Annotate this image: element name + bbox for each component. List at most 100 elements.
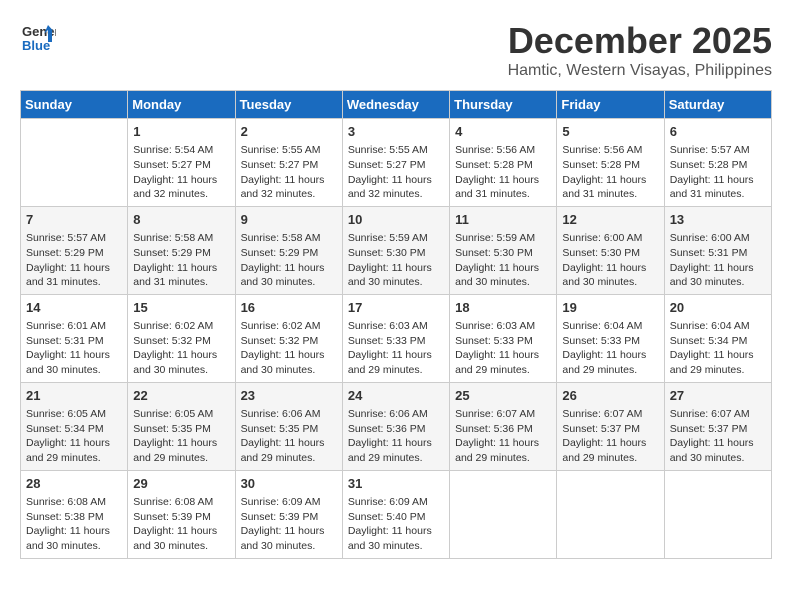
calendar-cell: 3Sunrise: 5:55 AMSunset: 5:27 PMDaylight… [342, 119, 449, 207]
daylight-text: Daylight: 11 hours and 32 minutes. [348, 173, 444, 202]
sunset-text: Sunset: 5:30 PM [455, 246, 551, 261]
sunrise-text: Sunrise: 6:09 AM [241, 495, 337, 510]
daylight-text: Daylight: 11 hours and 31 minutes. [26, 261, 122, 290]
daylight-text: Daylight: 11 hours and 29 minutes. [241, 436, 337, 465]
sunset-text: Sunset: 5:32 PM [241, 334, 337, 349]
calendar-cell: 18Sunrise: 6:03 AMSunset: 5:33 PMDayligh… [450, 294, 557, 382]
day-number: 20 [670, 299, 766, 317]
sunset-text: Sunset: 5:35 PM [133, 422, 229, 437]
calendar-cell: 17Sunrise: 6:03 AMSunset: 5:33 PMDayligh… [342, 294, 449, 382]
day-number: 30 [241, 475, 337, 493]
sunrise-text: Sunrise: 6:09 AM [348, 495, 444, 510]
weekday-header-saturday: Saturday [664, 91, 771, 119]
sunrise-text: Sunrise: 6:04 AM [562, 319, 658, 334]
sunrise-text: Sunrise: 6:08 AM [133, 495, 229, 510]
sunset-text: Sunset: 5:36 PM [455, 422, 551, 437]
sunrise-text: Sunrise: 5:55 AM [241, 143, 337, 158]
daylight-text: Daylight: 11 hours and 32 minutes. [133, 173, 229, 202]
calendar-cell: 21Sunrise: 6:05 AMSunset: 5:34 PMDayligh… [21, 382, 128, 470]
daylight-text: Daylight: 11 hours and 30 minutes. [133, 524, 229, 553]
day-number: 19 [562, 299, 658, 317]
day-number: 31 [348, 475, 444, 493]
svg-text:Blue: Blue [22, 38, 50, 53]
calendar-cell: 5Sunrise: 5:56 AMSunset: 5:28 PMDaylight… [557, 119, 664, 207]
daylight-text: Daylight: 11 hours and 30 minutes. [26, 348, 122, 377]
weekday-header-tuesday: Tuesday [235, 91, 342, 119]
day-number: 24 [348, 387, 444, 405]
daylight-text: Daylight: 11 hours and 29 minutes. [455, 436, 551, 465]
sunrise-text: Sunrise: 5:54 AM [133, 143, 229, 158]
calendar-cell: 31Sunrise: 6:09 AMSunset: 5:40 PMDayligh… [342, 470, 449, 558]
sunrise-text: Sunrise: 6:07 AM [562, 407, 658, 422]
calendar-cell: 27Sunrise: 6:07 AMSunset: 5:37 PMDayligh… [664, 382, 771, 470]
sunrise-text: Sunrise: 5:59 AM [455, 231, 551, 246]
calendar-cell: 25Sunrise: 6:07 AMSunset: 5:36 PMDayligh… [450, 382, 557, 470]
sunset-text: Sunset: 5:27 PM [241, 158, 337, 173]
calendar-cell: 6 Sunrise: 5:57 AMSunset: 5:28 PMDaylight… [664, 119, 771, 207]
day-number: 10 [348, 211, 444, 229]
calendar-cell: 2Sunrise: 5:55 AMSunset: 5:27 PMDaylight… [235, 119, 342, 207]
sunrise-text: Sunrise: 6:07 AM [455, 407, 551, 422]
day-number: 12 [562, 211, 658, 229]
calendar-cell [450, 470, 557, 558]
sunset-text: Sunset: 5:33 PM [348, 334, 444, 349]
weekday-header-sunday: Sunday [21, 91, 128, 119]
daylight-text: Daylight: 11 hours and 30 minutes. [348, 261, 444, 290]
sunrise-text: Sunrise: 5:55 AM [348, 143, 444, 158]
weekday-header-wednesday: Wednesday [342, 91, 449, 119]
sunrise-text: Sunrise: 6:06 AM [241, 407, 337, 422]
weekday-header-row: SundayMondayTuesdayWednesdayThursdayFrid… [21, 91, 772, 119]
day-number: 3 [348, 123, 444, 141]
sunset-text: Sunset: 5:29 PM [241, 246, 337, 261]
day-number: 21 [26, 387, 122, 405]
sunrise-text: Sunrise: 5:57 AM [670, 143, 766, 158]
calendar-cell: 10Sunrise: 5:59 AMSunset: 5:30 PMDayligh… [342, 206, 449, 294]
calendar-table: SundayMondayTuesdayWednesdayThursdayFrid… [20, 90, 772, 559]
day-number: 23 [241, 387, 337, 405]
sunset-text: Sunset: 5:38 PM [26, 510, 122, 525]
sunset-text: Sunset: 5:37 PM [670, 422, 766, 437]
day-number: 29 [133, 475, 229, 493]
day-number: 6 [670, 123, 766, 141]
sunset-text: Sunset: 5:39 PM [241, 510, 337, 525]
sunrise-text: Sunrise: 5:59 AM [348, 231, 444, 246]
calendar-cell: 11Sunrise: 5:59 AMSunset: 5:30 PMDayligh… [450, 206, 557, 294]
sunrise-text: Sunrise: 5:57 AM [26, 231, 122, 246]
day-number: 18 [455, 299, 551, 317]
calendar-cell: 20Sunrise: 6:04 AMSunset: 5:34 PMDayligh… [664, 294, 771, 382]
sunrise-text: Sunrise: 5:58 AM [241, 231, 337, 246]
calendar-cell: 29Sunrise: 6:08 AMSunset: 5:39 PMDayligh… [128, 470, 235, 558]
calendar-cell [664, 470, 771, 558]
daylight-text: Daylight: 11 hours and 30 minutes. [670, 436, 766, 465]
calendar-week-row: 21Sunrise: 6:05 AMSunset: 5:34 PMDayligh… [21, 382, 772, 470]
sunset-text: Sunset: 5:28 PM [670, 158, 766, 173]
calendar-cell: 22Sunrise: 6:05 AMSunset: 5:35 PMDayligh… [128, 382, 235, 470]
daylight-text: Daylight: 11 hours and 31 minutes. [455, 173, 551, 202]
calendar-cell: 4Sunrise: 5:56 AMSunset: 5:28 PMDaylight… [450, 119, 557, 207]
day-number: 27 [670, 387, 766, 405]
logo: General Blue [20, 20, 60, 56]
daylight-text: Daylight: 11 hours and 31 minutes. [670, 173, 766, 202]
daylight-text: Daylight: 11 hours and 30 minutes. [670, 261, 766, 290]
weekday-header-monday: Monday [128, 91, 235, 119]
calendar-cell: 9Sunrise: 5:58 AMSunset: 5:29 PMDaylight… [235, 206, 342, 294]
daylight-text: Daylight: 11 hours and 29 minutes. [348, 436, 444, 465]
day-number: 7 [26, 211, 122, 229]
sunset-text: Sunset: 5:32 PM [133, 334, 229, 349]
calendar-cell: 19Sunrise: 6:04 AMSunset: 5:33 PMDayligh… [557, 294, 664, 382]
sunset-text: Sunset: 5:35 PM [241, 422, 337, 437]
daylight-text: Daylight: 11 hours and 30 minutes. [241, 261, 337, 290]
daylight-text: Daylight: 11 hours and 29 minutes. [670, 348, 766, 377]
calendar-week-row: 28Sunrise: 6:08 AMSunset: 5:38 PMDayligh… [21, 470, 772, 558]
daylight-text: Daylight: 11 hours and 29 minutes. [26, 436, 122, 465]
day-number: 1 [133, 123, 229, 141]
calendar-cell: 24Sunrise: 6:06 AMSunset: 5:36 PMDayligh… [342, 382, 449, 470]
sunrise-text: Sunrise: 6:02 AM [133, 319, 229, 334]
sunrise-text: Sunrise: 5:56 AM [562, 143, 658, 158]
daylight-text: Daylight: 11 hours and 31 minutes. [562, 173, 658, 202]
daylight-text: Daylight: 11 hours and 30 minutes. [455, 261, 551, 290]
sunrise-text: Sunrise: 6:03 AM [348, 319, 444, 334]
location-subtitle: Hamtic, Western Visayas, Philippines [508, 62, 772, 80]
calendar-cell: 15Sunrise: 6:02 AMSunset: 5:32 PMDayligh… [128, 294, 235, 382]
calendar-cell: 13Sunrise: 6:00 AMSunset: 5:31 PMDayligh… [664, 206, 771, 294]
